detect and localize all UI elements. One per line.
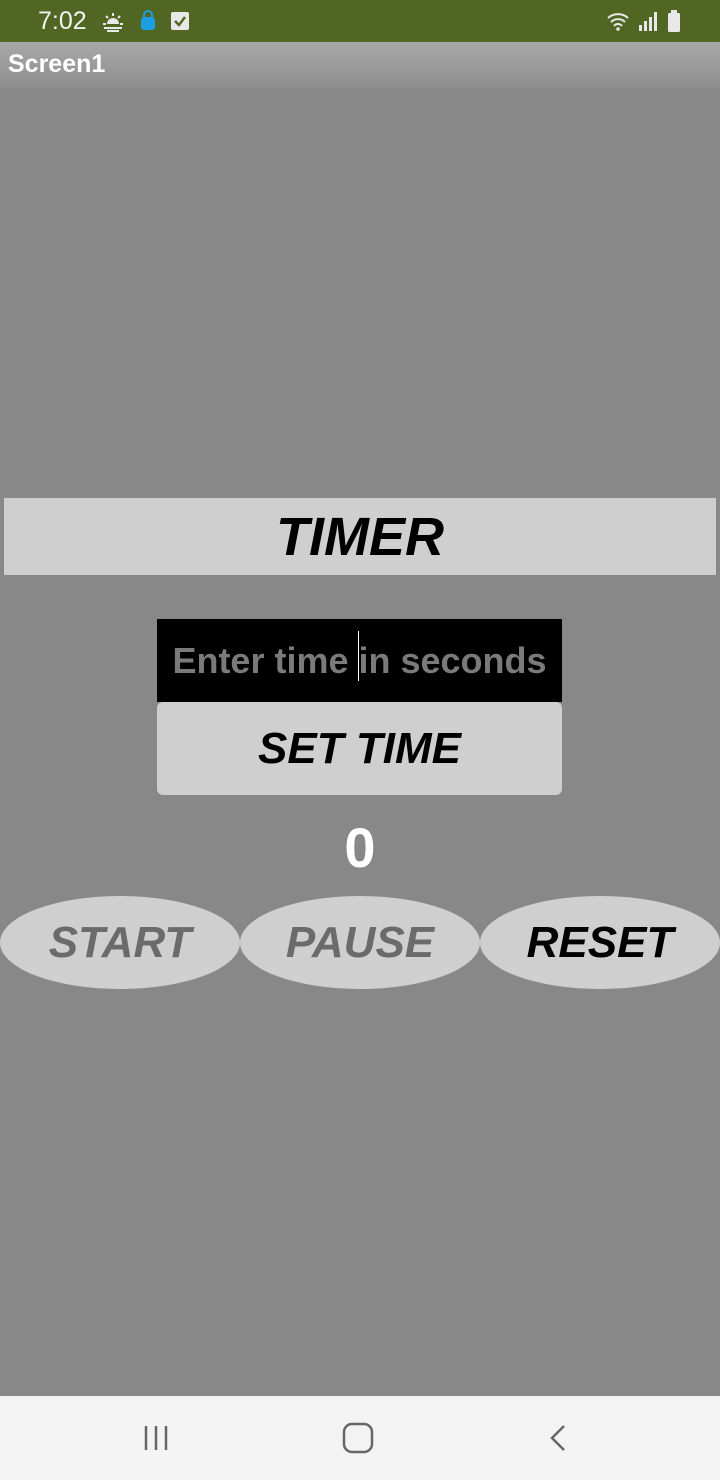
start-label: START (48, 917, 192, 967)
timer-heading: TIMER (4, 498, 716, 575)
pause-label: PAUSE (285, 917, 435, 967)
navigation-bar (0, 1396, 720, 1480)
timer-heading-label: TIMER (276, 506, 444, 567)
back-icon[interactable] (540, 1418, 580, 1458)
reset-label: RESET (526, 917, 674, 967)
reset-button[interactable]: RESET (480, 896, 720, 989)
set-time-label: SET TIME (258, 723, 461, 773)
battery-icon (668, 10, 680, 32)
time-input[interactable] (157, 619, 562, 702)
wifi-icon (607, 13, 629, 31)
pause-button[interactable]: PAUSE (240, 896, 480, 989)
signal-icon (639, 12, 657, 31)
start-button[interactable]: START (0, 896, 240, 989)
status-time: 7:02 (38, 7, 87, 35)
status-bar: 7:02 (0, 0, 720, 42)
home-icon[interactable] (338, 1418, 378, 1458)
recents-icon[interactable] (136, 1418, 176, 1458)
text-cursor (358, 631, 359, 681)
screen-title: Screen1 (8, 50, 106, 78)
checkbox-notification-icon (171, 12, 189, 30)
app-title-bar: Screen1 (0, 42, 720, 88)
weather-icon (103, 13, 123, 32)
set-time-button[interactable]: SET TIME (157, 702, 562, 795)
countdown-display: 0 (344, 816, 376, 879)
bag-icon (141, 10, 155, 30)
